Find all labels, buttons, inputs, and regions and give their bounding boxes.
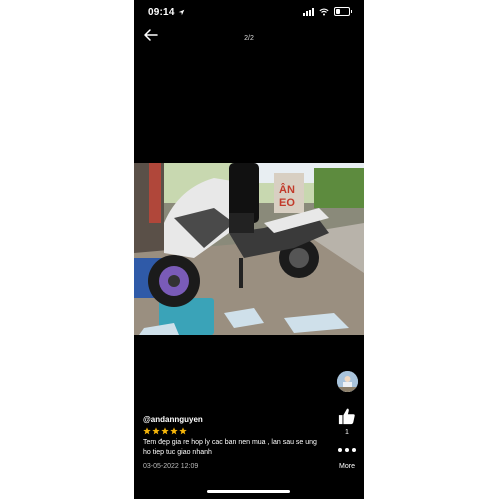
svg-text:EO: EO — [279, 197, 295, 209]
battery-tip — [351, 10, 352, 13]
battery-icon — [334, 7, 350, 16]
review-date: 03-05-2022 12:09 — [143, 463, 199, 470]
more-label[interactable]: More — [332, 463, 362, 470]
review-photo[interactable]: ÂN EO — [134, 163, 364, 335]
status-time-text: 09:14 — [148, 7, 175, 18]
status-bar-indicators — [303, 7, 352, 16]
signal-icon — [303, 7, 314, 16]
status-bar-time: 09:14 — [148, 7, 185, 18]
star-icon — [179, 427, 187, 435]
avatar[interactable] — [337, 371, 358, 392]
location-arrow-icon — [178, 9, 184, 16]
star-icon — [152, 427, 160, 435]
star-icon — [170, 427, 178, 435]
wifi-icon — [319, 8, 329, 15]
review-text: Tem đẹp gia re hop ly cac ban nen mua , … — [143, 439, 317, 456]
thumbs-up-icon[interactable] — [338, 407, 356, 425]
star-icon — [143, 427, 151, 435]
rating-stars — [143, 427, 187, 435]
home-indicator[interactable] — [207, 490, 290, 493]
star-icon — [161, 427, 169, 435]
review-username[interactable]: @andannguyen — [143, 415, 203, 424]
page-indicator: 2/2 — [244, 35, 254, 42]
more-icon[interactable] — [338, 447, 356, 453]
svg-text:ÂN: ÂN — [279, 183, 295, 196]
like-count: 1 — [345, 429, 349, 436]
phone-screen: 09:14 2/2 ÂN EO 1 More @andannguyen Tem … — [134, 0, 364, 499]
